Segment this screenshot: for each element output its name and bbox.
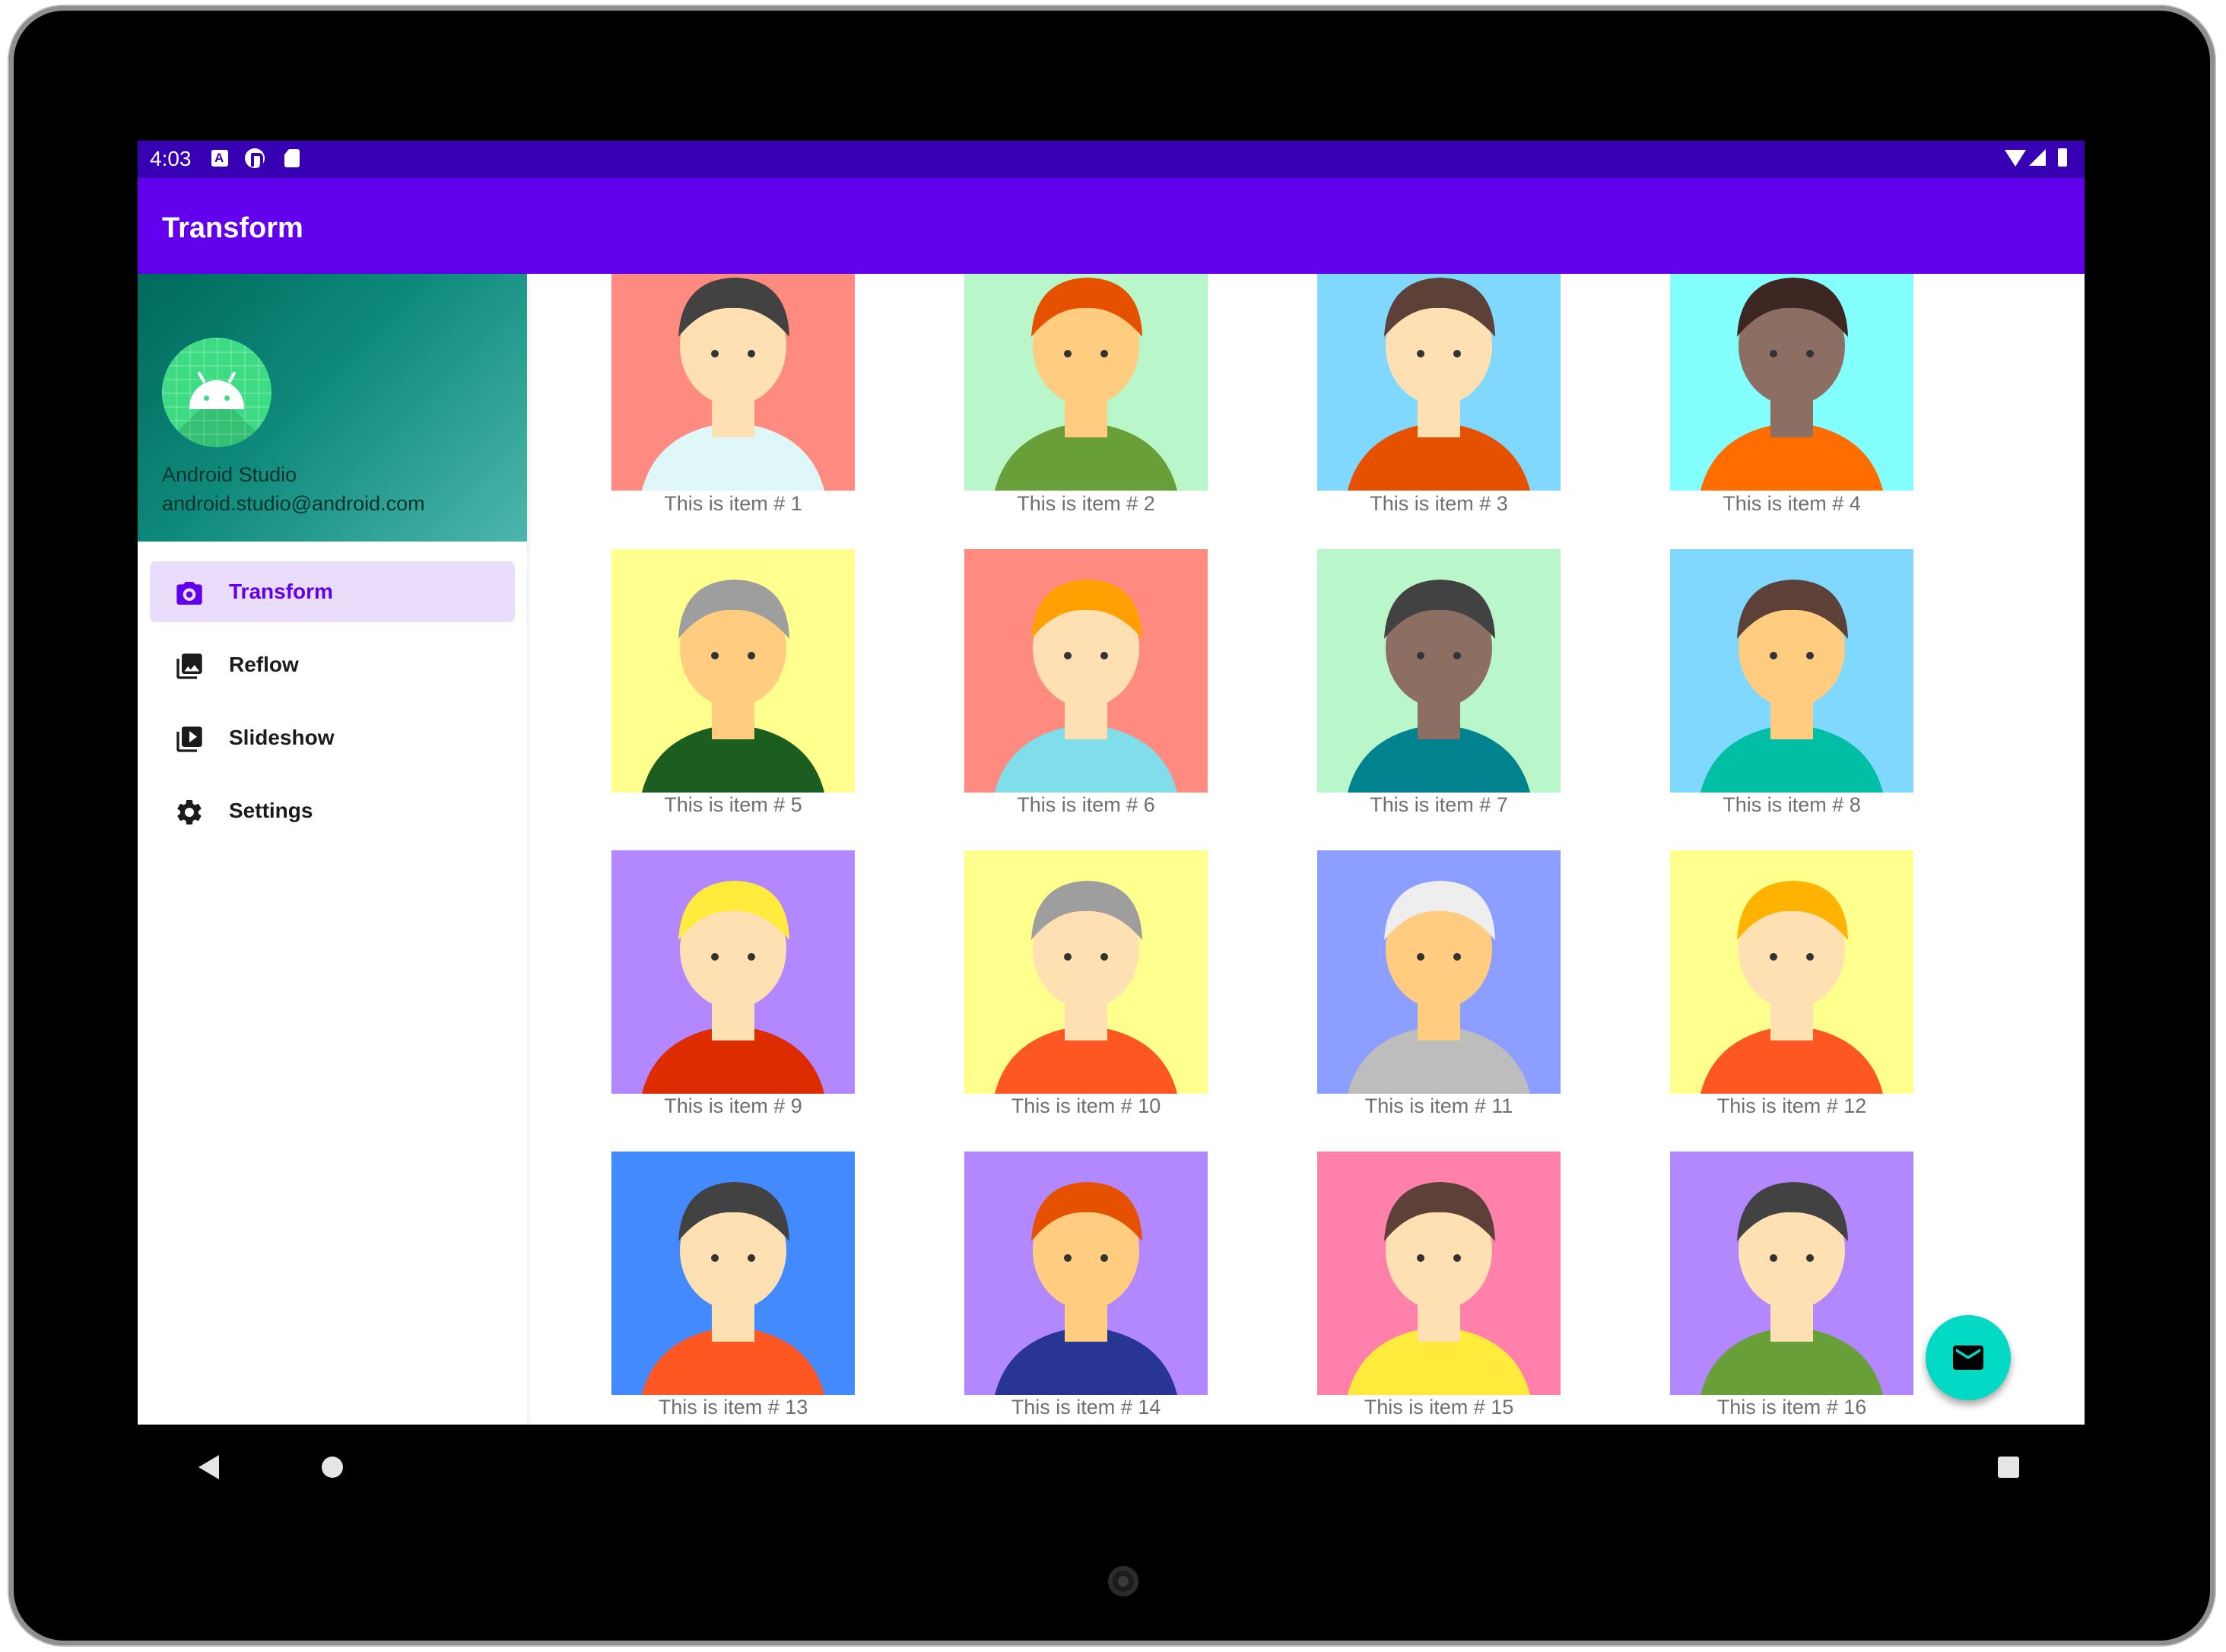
item-caption: This is item # 11: [1364, 1094, 1513, 1117]
app-title: Transform: [162, 212, 303, 244]
avatar-illustration: [1348, 1182, 1530, 1395]
avatar-illustration: [995, 278, 1177, 491]
avatar-illustration: [642, 1182, 824, 1395]
avatar-illustration: [995, 1182, 1177, 1395]
avatar-illustration: [642, 278, 824, 491]
text-a-icon: [211, 150, 228, 167]
app-bar: Transform: [138, 178, 2085, 274]
battery-icon: [2058, 148, 2067, 167]
avatar-tile[interactable]: [1670, 549, 1913, 793]
nav-item-transform[interactable]: Transform: [150, 561, 515, 622]
avatar-tile[interactable]: [1670, 850, 1913, 1094]
avatar-illustration: [642, 580, 824, 793]
nav-item-slideshow[interactable]: Slideshow: [150, 707, 515, 768]
avatar-tile[interactable]: [964, 1152, 1208, 1395]
gear-icon: [177, 800, 202, 824]
back-icon[interactable]: [198, 1455, 219, 1479]
item-caption: This is item # 15: [1364, 1396, 1514, 1418]
camera-icon: [176, 582, 202, 605]
drawer-user-name: Android Studio: [162, 463, 297, 486]
avatar-tile[interactable]: [611, 850, 855, 1094]
slideshow-icon: [176, 726, 202, 752]
avatar-tile[interactable]: [964, 850, 1208, 1094]
image-icon: [176, 653, 202, 679]
nav-item-reflow[interactable]: Reflow: [150, 634, 515, 695]
system-nav-bar: [138, 1425, 2085, 1516]
avatar-illustration: [1700, 580, 1883, 793]
recents-icon[interactable]: [1998, 1457, 2019, 1478]
avatar-illustration: [1348, 580, 1530, 793]
item-caption: This is item # 14: [1011, 1396, 1161, 1418]
avatar-illustration: [642, 881, 824, 1094]
avatar-grid: This is item # 1 This is item # 2 This is …: [527, 274, 2085, 1425]
avatar-tile[interactable]: [1317, 549, 1561, 793]
item-caption: This is item # 12: [1716, 1094, 1867, 1117]
avatar-illustration: [1700, 1182, 1883, 1395]
item-caption: This is item # 4: [1723, 492, 1861, 515]
avatar-tile[interactable]: [964, 274, 1208, 491]
item-caption: This is item # 2: [1017, 492, 1155, 515]
avatar-illustration: [1700, 881, 1883, 1094]
avatar-illustration: [1348, 278, 1530, 491]
avatar-tile[interactable]: [1317, 274, 1561, 491]
drawer-user-email: android.studio@android.com: [162, 492, 425, 515]
nav-label-slideshow: Slideshow: [229, 726, 335, 749]
item-caption: This is item # 6: [1017, 793, 1155, 816]
item-caption: This is item # 16: [1716, 1396, 1867, 1418]
android-logo-icon: [162, 338, 272, 447]
avatar-illustration: [1700, 278, 1883, 491]
item-caption: This is item # 3: [1370, 492, 1508, 515]
status-time: 4:03: [150, 147, 192, 170]
nav-label-transform: Transform: [229, 580, 333, 603]
item-caption: This is item # 10: [1011, 1094, 1161, 1117]
avatar-tile[interactable]: [611, 549, 855, 793]
avatar-illustration: [995, 881, 1177, 1094]
item-caption: This is item # 13: [658, 1396, 808, 1418]
home-icon[interactable]: [322, 1457, 343, 1478]
item-caption: This is item # 7: [1370, 793, 1508, 816]
front-camera: [1108, 1566, 1138, 1596]
avatar-tile[interactable]: [1317, 850, 1561, 1094]
nav-item-settings[interactable]: Settings: [150, 780, 515, 841]
signal-icon: [2029, 149, 2046, 166]
avatar-tile[interactable]: [1670, 274, 1913, 491]
nav-label-reflow: Reflow: [229, 653, 299, 676]
wifi-icon: [2005, 150, 2026, 167]
screen: 4:03 Transform Android Studio android.st…: [138, 141, 2085, 1425]
app-p-icon: [245, 148, 265, 168]
email-fab[interactable]: [1926, 1315, 2011, 1400]
avatar-tile[interactable]: [1317, 1152, 1561, 1395]
avatar-illustration: [995, 580, 1177, 793]
drawer-header: Android Studio android.studio@android.co…: [138, 274, 527, 542]
avatar-tile[interactable]: [611, 274, 855, 491]
email-icon: [1953, 1345, 1983, 1370]
navigation-drawer: Android Studio android.studio@android.co…: [138, 274, 527, 1425]
avatar-tile[interactable]: [964, 549, 1208, 793]
sd-card-icon: [284, 149, 300, 167]
avatar-tile[interactable]: [1670, 1152, 1913, 1395]
item-caption: This is item # 9: [664, 1094, 802, 1117]
item-caption: This is item # 1: [664, 492, 802, 515]
item-caption: This is item # 8: [1723, 793, 1861, 816]
avatar-illustration: [1348, 881, 1530, 1094]
status-bar: 4:03: [138, 141, 2085, 178]
avatar-tile[interactable]: [611, 1152, 855, 1395]
nav-label-settings: Settings: [229, 799, 313, 822]
item-caption: This is item # 5: [664, 793, 802, 816]
